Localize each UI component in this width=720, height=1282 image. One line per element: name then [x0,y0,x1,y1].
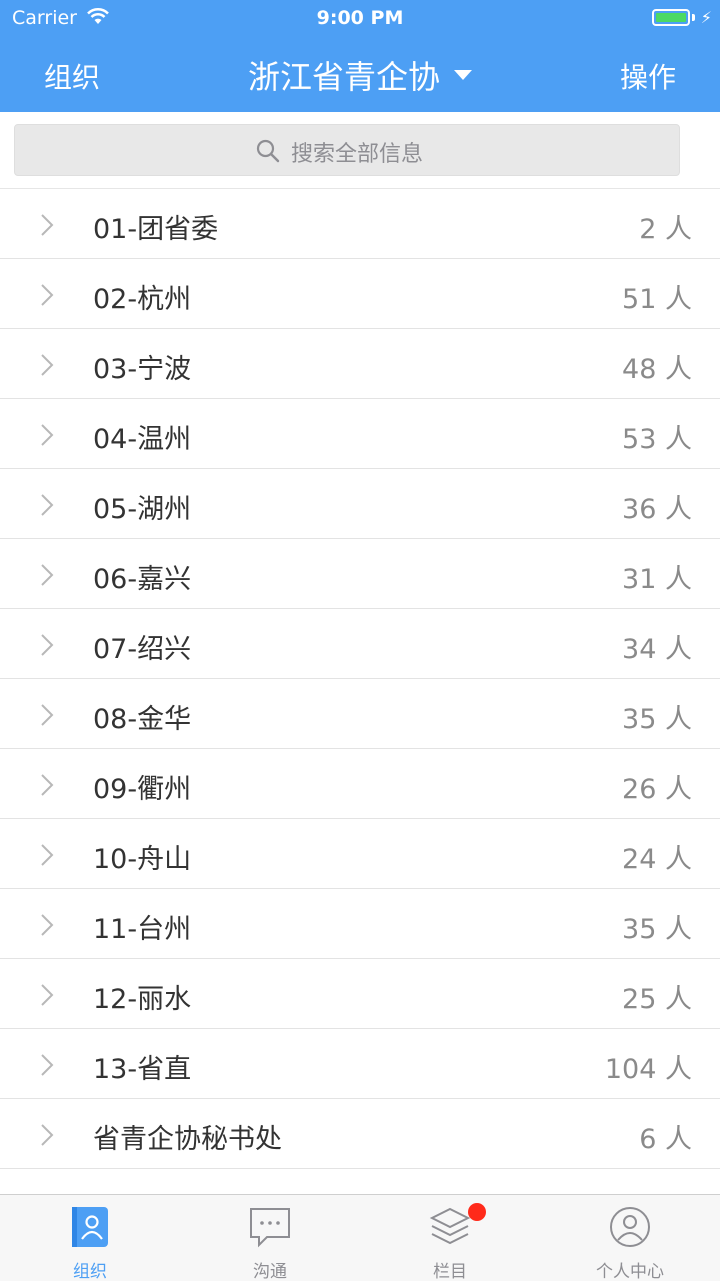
list-item-count: 35 人 [622,704,692,735]
search-input[interactable]: 搜索全部信息 [14,124,680,176]
caret-down-icon [454,70,472,80]
chevron-right-icon [41,1054,54,1076]
list-item-name: 02-杭州 [93,284,192,315]
list-item-name: 07-绍兴 [93,634,192,665]
list-item[interactable]: 13-省直 104 人 [0,1029,720,1099]
tab-bar: 组织 沟通 栏目 个人中心 [0,1194,720,1282]
list-item-count: 2 人 [639,214,692,245]
tab-profile[interactable]: 个人中心 [540,1195,720,1282]
list-item-count: 24 人 [622,844,692,875]
search-icon [256,139,280,163]
list-item[interactable]: 10-舟山 24 人 [0,819,720,889]
list-item-count: 53 人 [622,424,692,455]
chevron-right-icon [41,914,54,936]
status-bar: Carrier 9:00 PM ⚡ [0,0,720,36]
list-item-name: 12-丽水 [93,984,192,1015]
tab-chat[interactable]: 沟通 [180,1195,360,1282]
list-item-name: 09-衢州 [93,774,192,805]
chevron-right-icon [41,1124,54,1146]
org-list: 01-团省委 2 人 02-杭州 51 人 03-宁波 48 人 04-温州 5… [0,189,720,1239]
list-item-name: 04-温州 [93,424,192,455]
clock: 9:00 PM [316,7,404,29]
list-item-count: 26 人 [622,774,692,805]
list-item-count: 48 人 [622,354,692,385]
tab-label: 组织 [73,1262,107,1282]
list-item-name: 08-金华 [93,704,192,735]
tab-columns[interactable]: 栏目 [360,1195,540,1282]
list-item-count: 31 人 [622,564,692,595]
layers-icon [429,1207,471,1245]
list-item-name: 13-省直 [93,1054,192,1085]
list-item-name: 05-湖州 [93,494,192,525]
charging-icon: ⚡ [700,8,712,27]
list-item-name: 01-团省委 [93,214,219,245]
list-item[interactable]: 06-嘉兴 31 人 [0,539,720,609]
tab-label: 沟通 [253,1262,287,1282]
list-item[interactable]: 05-湖州 36 人 [0,469,720,539]
operation-button[interactable]: 操作 [620,56,676,96]
chevron-right-icon [41,494,54,516]
battery-cap [692,14,695,21]
list-item-count: 36 人 [622,494,692,525]
chevron-right-icon [41,564,54,586]
chevron-right-icon [41,424,54,446]
list-item[interactable]: 01-团省委 2 人 [0,189,720,259]
list-item-name: 03-宁波 [93,354,192,385]
notification-badge [468,1203,486,1221]
chevron-right-icon [41,284,54,306]
list-item[interactable]: 09-衢州 26 人 [0,749,720,819]
chevron-right-icon [41,634,54,656]
list-item[interactable]: 03-宁波 48 人 [0,329,720,399]
search-placeholder: 搜索全部信息 [291,142,424,167]
page-title: 浙江省青企协 [247,58,440,96]
list-item-name: 06-嘉兴 [93,564,192,595]
contacts-book-icon [72,1207,108,1247]
chat-bubble-icon [250,1208,290,1248]
chevron-right-icon [41,354,54,376]
search-section: 搜索全部信息 [0,112,720,189]
list-item[interactable]: 省青企协秘书处 6 人 [0,1099,720,1169]
tab-org[interactable]: 组织 [0,1195,180,1282]
tab-label: 栏目 [433,1262,467,1282]
list-item-name: 省青企协秘书处 [93,1124,282,1155]
list-item[interactable]: 08-金华 35 人 [0,679,720,749]
chevron-right-icon [41,704,54,726]
list-item[interactable]: 11-台州 35 人 [0,889,720,959]
list-item-name: 10-舟山 [93,844,192,875]
chevron-right-icon [41,774,54,796]
top-bar: Carrier 9:00 PM ⚡ 组织 浙江省青企协 操作 [0,0,720,112]
chevron-right-icon [41,214,54,236]
list-item-count: 51 人 [622,284,692,315]
org-title-dropdown[interactable]: 浙江省青企协 [0,52,720,98]
chevron-right-icon [41,984,54,1006]
list-item[interactable]: 12-丽水 25 人 [0,959,720,1029]
list-item[interactable]: 04-温州 53 人 [0,399,720,469]
user-circle-icon [610,1207,650,1247]
list-item-count: 6 人 [639,1124,692,1155]
list-item-count: 25 人 [622,984,692,1015]
battery-icon [652,9,690,26]
list-item-count: 34 人 [622,634,692,665]
list-item-count: 104 人 [604,1054,692,1085]
list-item-name: 11-台州 [93,914,192,945]
list-item[interactable]: 07-绍兴 34 人 [0,609,720,679]
list-item-count: 35 人 [622,914,692,945]
list-item[interactable]: 02-杭州 51 人 [0,259,720,329]
chevron-right-icon [41,844,54,866]
tab-label: 个人中心 [596,1262,664,1282]
